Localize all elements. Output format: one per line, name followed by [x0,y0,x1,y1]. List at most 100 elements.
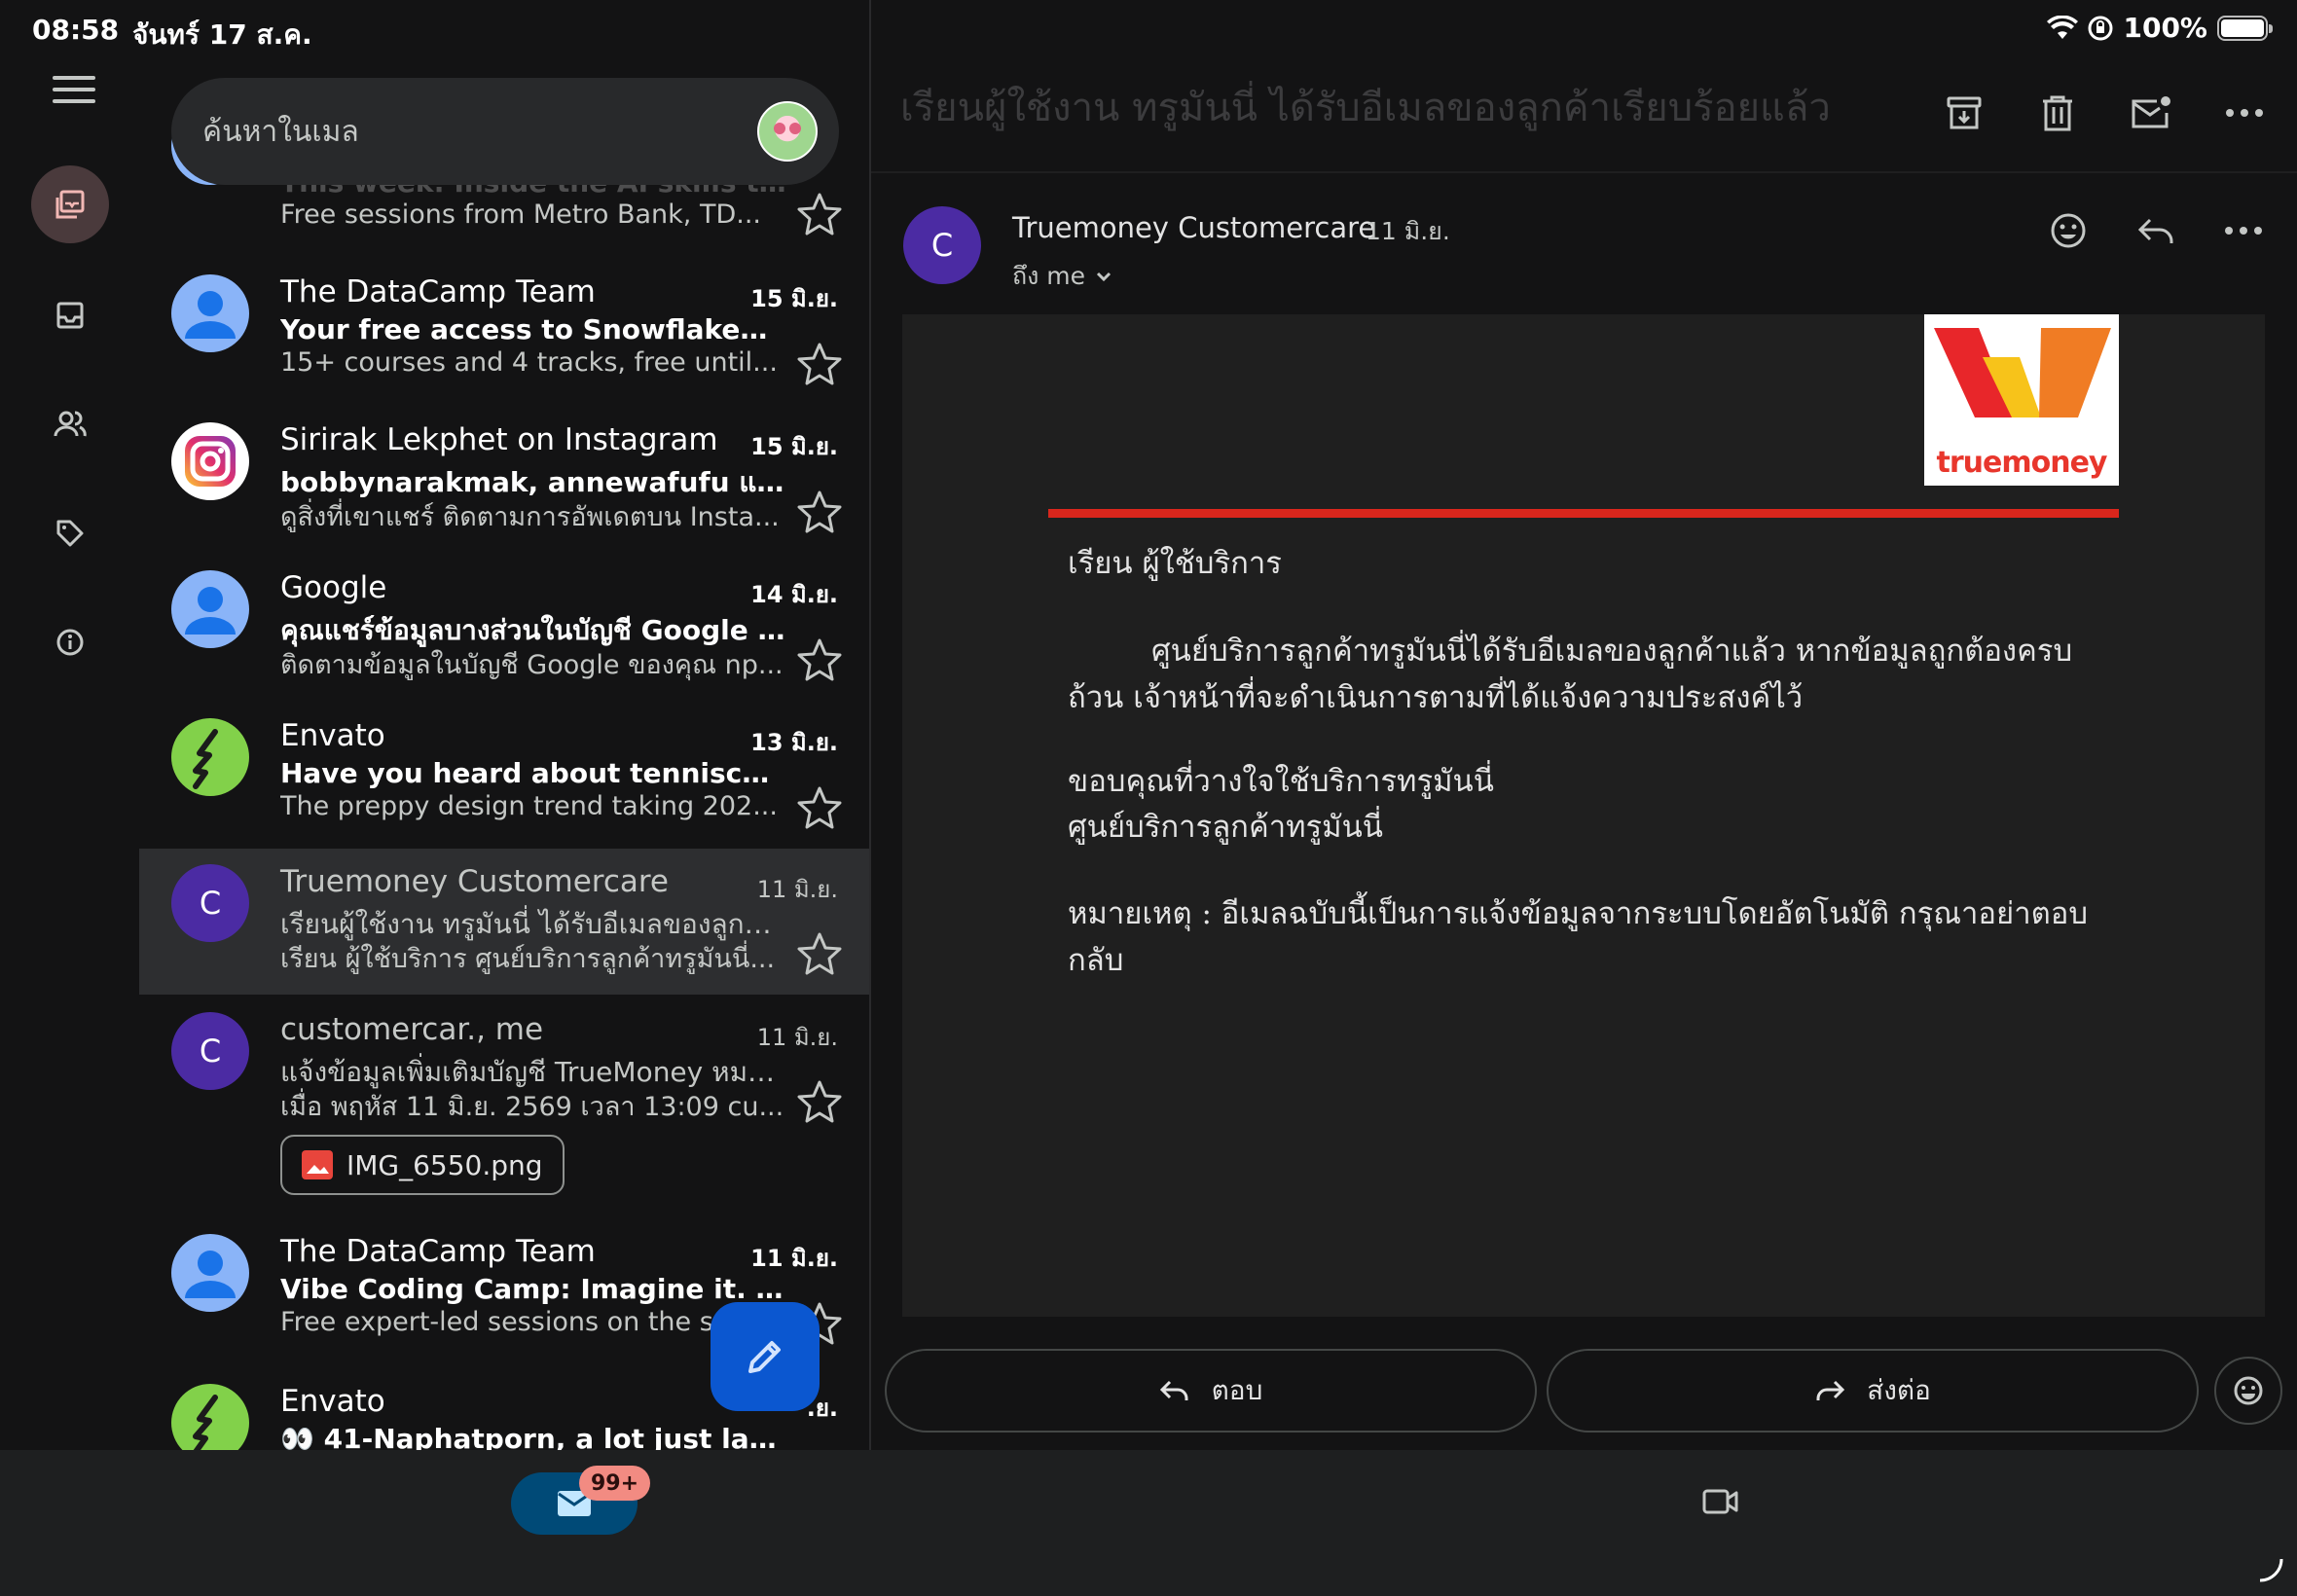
email-date: 11 มิ.ย. [750,1245,838,1272]
menu-icon[interactable] [53,76,95,111]
archive-icon[interactable] [1941,90,1987,136]
logo-text: truemoney [1936,446,2108,480]
reply-button[interactable]: ตอบ [885,1349,1537,1433]
label-icon[interactable] [31,494,109,572]
forward-label: ส่งต่อ [1867,1374,1931,1406]
header-divider [871,171,2297,173]
resize-handle-icon[interactable] [2256,1555,2285,1584]
reply-icon[interactable] [2132,206,2180,255]
star-icon[interactable] [795,341,844,389]
envato-icon [171,1384,249,1450]
chevron-down-icon [1096,272,1112,282]
star-icon[interactable] [795,930,844,979]
gmail-app: 08:58 จันทร์ 17 ส.ค. 100% ค้นหาในเมล Thi… [0,0,2297,1596]
inbox-icon[interactable] [31,276,109,354]
instagram-icon [171,422,249,500]
search-input[interactable]: ค้นหาในเมล [202,109,757,155]
star-icon[interactable] [795,636,844,685]
account-avatar[interactable] [757,101,818,162]
info-icon[interactable] [31,603,109,681]
video-camera-icon [1702,1489,1738,1514]
email-sender: customercar., me [280,1012,544,1047]
reply-label: ตอบ [1211,1374,1263,1406]
email-snippet: ติดตามข้อมูลในบัญชี Google ของคุณ np... [280,650,784,680]
star-icon[interactable] [795,784,844,833]
reading-pane: เรียนผู้ใช้งาน ทรูมันนี่ ได้รับอีเมลของล… [871,0,2297,1450]
from-date: 11 มิ.ย. [1366,217,1450,245]
email-snippet: The preppy design trend taking 202... [280,791,778,821]
email-date: 13 มิ.ย. [750,729,838,756]
person-avatar-icon [171,570,249,648]
star-icon[interactable] [795,191,844,239]
red-divider [1048,509,2119,518]
add-reaction-icon[interactable] [2044,206,2093,255]
email-date: 15 มิ.ย. [750,433,838,460]
star-icon[interactable] [795,489,844,537]
email-snippet: เรียน ผู้ใช้บริการ ศูนย์บริการลูกค้าทรูม… [280,944,776,974]
unread-badge: 99+ [579,1466,651,1501]
greeting: เรียน ผู้ใช้บริการ [1068,546,1282,581]
contacts-icon[interactable] [31,385,109,463]
signature-line: ศูนย์บริการลูกค้าทรูมันนี่ [1068,810,1384,845]
smile-icon [2234,1376,2263,1405]
list-item[interactable]: Google 14 มิ.ย. คุณแชร์ข้อมูลบางส่วนในบั… [139,559,869,705]
forward-button[interactable]: ส่งต่อ [1547,1349,2199,1433]
email-toolbar [1941,90,2268,136]
email-date: 14 มิ.ย. [750,581,838,608]
email-subject: Have you heard about tenniscore... [280,757,786,789]
delete-icon[interactable] [2034,90,2081,136]
list-item[interactable]: The DataCamp Team 15 มิ.ย. Your free acc… [139,263,869,409]
recipients-toggle[interactable]: ถึง me [1012,257,1112,296]
email-sender: The DataCamp Team [280,1234,596,1269]
to-label: ถึง me [1012,262,1086,290]
envato-icon [171,718,249,796]
from-name[interactable]: Truemoney Customercare [1012,211,1375,244]
status-time: 08:58 [32,14,120,46]
thanks-line: ขอบคุณที่วางใจใช้บริการทรูมันนี่ [1068,764,1494,799]
list-item[interactable]: C customercar., me 11 มิ.ย. แจ้งข้อมูลเพ… [139,997,869,1220]
mail-list[interactable]: This week: Inside the AI skills th... Fr… [139,0,869,1450]
emoji-reaction-button[interactable] [2214,1357,2282,1425]
note-paragraph: หมายเหตุ : อีเมลฉบับนี้เป็นการแจ้งข้อมูล… [1068,896,2089,978]
email-sender: Envato [280,1384,385,1419]
list-item[interactable]: Sirirak Lekphet on Instagram 15 มิ.ย. bo… [139,411,869,557]
list-item[interactable]: Envato 13 มิ.ย. Have you heard about ten… [139,707,869,852]
email-snippet: Free sessions from Metro Bank, TD... [280,200,762,230]
body-paragraph: ศูนย์บริการลูกค้าทรูมันนี่ได้รับอีเมลของ… [1068,634,2073,715]
pencil-icon [748,1341,781,1373]
person-avatar-icon [171,274,249,352]
mark-unread-icon[interactable] [2128,90,2174,136]
list-item-selected[interactable]: C Truemoney Customercare 11 มิ.ย. เรียนผ… [139,849,869,995]
sender-avatar[interactable]: C [903,206,981,284]
email-body: truemoney เรียน ผู้ใช้บริการ ศูนย์บริการ… [902,314,2265,1317]
star-icon[interactable] [795,1078,844,1127]
email-date: 15 มิ.ย. [750,285,838,312]
reply-actions: ตอบ ส่งต่อ [885,1349,2282,1433]
meet-tab[interactable] [1701,1485,1740,1522]
more-icon[interactable] [2221,90,2268,136]
message-actions [2044,206,2268,255]
email-snippet: เมื่อ พฤหัส 11 มิ.ย. 2569 เวลา 13:09 cu.… [280,1092,784,1122]
sender-avatar: C [171,864,249,942]
compose-button[interactable] [711,1302,820,1411]
all-inboxes-icon[interactable] [31,165,109,243]
email-snippet: ดูสิ่งที่เขาแชร์ ติดตามการอัพเดตบน Insta… [280,502,780,532]
forward-icon [1816,1380,1845,1400]
email-sender: Envato [280,718,385,753]
email-sender: Truemoney Customercare [280,864,670,899]
person-avatar-icon [171,1234,249,1312]
email-snippet: 15+ courses and 4 tracks, free until... [280,347,778,378]
email-subject: Vibe Coding Camp: Imagine it. B... [280,1273,786,1305]
truemoney-logo: truemoney [1924,314,2119,486]
attachment-name: IMG_6550.png [346,1148,543,1181]
bottom-nav: 99+ [0,1450,2297,1596]
email-sender: The DataCamp Team [280,274,596,309]
attachment-chip[interactable]: IMG_6550.png [280,1135,565,1195]
reply-icon [1159,1380,1188,1400]
collapsed-subject: เรียนผู้ใช้งาน ทรูมันนี่ ได้รับอีเมลของล… [900,86,1831,130]
email-subject: Your free access to Snowflake®... [280,313,786,345]
search-bar[interactable]: ค้นหาในเมล [171,78,839,185]
more-icon[interactable] [2219,206,2268,255]
email-sender: Google [280,570,387,605]
email-subject: 👀 41-Naphatporn, a lot just lan... [280,1423,786,1450]
